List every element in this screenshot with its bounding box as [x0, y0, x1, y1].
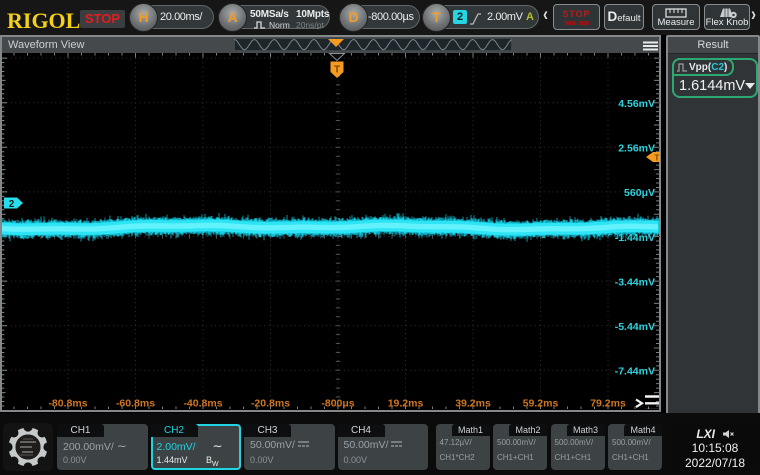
svg-text:-20.8ms: -20.8ms [251, 398, 290, 410]
svg-text:4.56mV: 4.56mV [618, 98, 655, 110]
svg-text:19.2ms: 19.2ms [388, 398, 424, 410]
svg-text:T: T [655, 154, 660, 163]
svg-text:59.2ms: 59.2ms [523, 398, 559, 410]
svg-text:39.2ms: 39.2ms [455, 398, 491, 410]
svg-text:79.2ms: 79.2ms [590, 398, 626, 410]
svg-text:2: 2 [9, 199, 15, 210]
svg-text:-60.8ms: -60.8ms [116, 398, 155, 410]
svg-text:-1.44mV: -1.44mV [615, 232, 655, 244]
svg-text:-80.8ms: -80.8ms [48, 398, 87, 410]
svg-text:-800μs: -800μs [321, 398, 354, 410]
svg-text:-3.44mV: -3.44mV [615, 276, 655, 288]
svg-text:2.56mV: 2.56mV [618, 143, 655, 155]
svg-text:560μV: 560μV [624, 187, 655, 199]
svg-text:-7.44mV: -7.44mV [615, 366, 655, 378]
svg-text:T: T [334, 65, 340, 76]
svg-text:-5.44mV: -5.44mV [615, 321, 655, 333]
svg-text:-40.8ms: -40.8ms [183, 398, 222, 410]
